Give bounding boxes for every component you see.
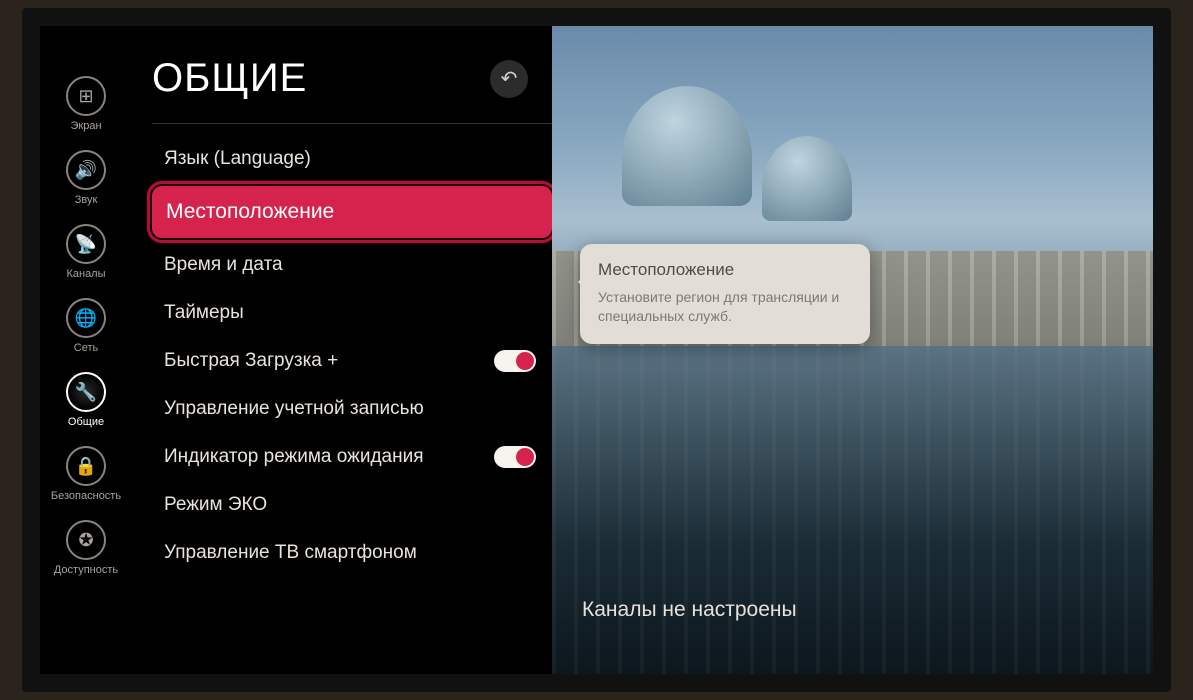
monitor-icon: ⊞ (66, 76, 106, 116)
lock-icon: 🔒 (66, 446, 106, 486)
settings-panel: ОБЩИЕ ↶ Язык (Language) Местоположение В… (132, 26, 552, 674)
item-account[interactable]: Управление учетной записью (152, 388, 552, 430)
rail-label: Общие (68, 416, 104, 428)
accessibility-icon: ✪ (66, 520, 106, 560)
item-language[interactable]: Язык (Language) (152, 138, 552, 180)
rail-label: Доступность (54, 564, 118, 576)
item-label: Время и дата (164, 254, 536, 276)
globe-icon: 🌐 (66, 298, 106, 338)
item-label: Таймеры (164, 302, 536, 324)
rail-item-general[interactable]: 🔧 Общие (66, 372, 106, 428)
back-button[interactable]: ↶ (490, 60, 528, 98)
item-eco-mode[interactable]: Режим ЭКО (152, 484, 552, 526)
dome-shape (622, 86, 752, 206)
toggle-quick-start[interactable] (494, 350, 536, 372)
wrench-icon: 🔧 (66, 372, 106, 412)
rail-item-accessibility[interactable]: ✪ Доступность (54, 520, 118, 576)
dome-shape (762, 136, 852, 221)
item-quick-start[interactable]: Быстрая Загрузка + (152, 340, 552, 382)
item-label: Режим ЭКО (164, 494, 536, 516)
help-tooltip: Местоположение Установите регион для тра… (580, 244, 870, 344)
item-label: Управление ТВ смартфоном (164, 542, 536, 564)
speaker-icon: 🔊 (66, 150, 106, 190)
item-label: Быстрая Загрузка + (164, 350, 494, 372)
item-standby-led[interactable]: Индикатор режима ожидания (152, 436, 552, 478)
item-label: Язык (Language) (164, 148, 536, 170)
item-mobile-control[interactable]: Управление ТВ смартфоном (152, 532, 552, 574)
rail-label: Экран (70, 120, 101, 132)
preview-area: Местоположение Установите регион для тра… (552, 26, 1153, 674)
item-location[interactable]: Местоположение (152, 186, 552, 238)
rail-item-network[interactable]: 🌐 Сеть (66, 298, 106, 354)
category-rail: ⊞ Экран 🔊 Звук 📡 Каналы 🌐 Сеть 🔧 Общие 🔒… (40, 26, 132, 674)
rail-item-sound[interactable]: 🔊 Звук (66, 150, 106, 206)
rail-item-channels[interactable]: 📡 Каналы (66, 224, 106, 280)
channel-status: Каналы не настроены (572, 586, 1153, 634)
rail-item-screen[interactable]: ⊞ Экран (66, 76, 106, 132)
satellite-icon: 📡 (66, 224, 106, 264)
item-label: Местоположение (166, 200, 536, 224)
rail-label: Сеть (74, 342, 98, 354)
panel-title: ОБЩИЕ (152, 56, 307, 101)
tooltip-title: Местоположение (598, 260, 852, 280)
tooltip-text: Установите регион для трансляции и специ… (598, 288, 852, 326)
item-label: Управление учетной записью (164, 398, 536, 420)
rail-label: Звук (75, 194, 98, 206)
item-label: Индикатор режима ожидания (164, 446, 494, 468)
settings-list: Язык (Language) Местоположение Время и д… (152, 138, 552, 574)
item-timers[interactable]: Таймеры (152, 292, 552, 334)
rail-label: Каналы (66, 268, 105, 280)
back-icon: ↶ (501, 66, 518, 91)
rail-label: Безопасность (51, 490, 121, 502)
item-time-date[interactable]: Время и дата (152, 244, 552, 286)
rail-item-security[interactable]: 🔒 Безопасность (51, 446, 121, 502)
panel-header: ОБЩИЕ ↶ (152, 56, 552, 124)
toggle-standby-led[interactable] (494, 446, 536, 468)
tv-screen: ⊞ Экран 🔊 Звук 📡 Каналы 🌐 Сеть 🔧 Общие 🔒… (22, 8, 1171, 692)
cityscape-background (552, 26, 1153, 674)
